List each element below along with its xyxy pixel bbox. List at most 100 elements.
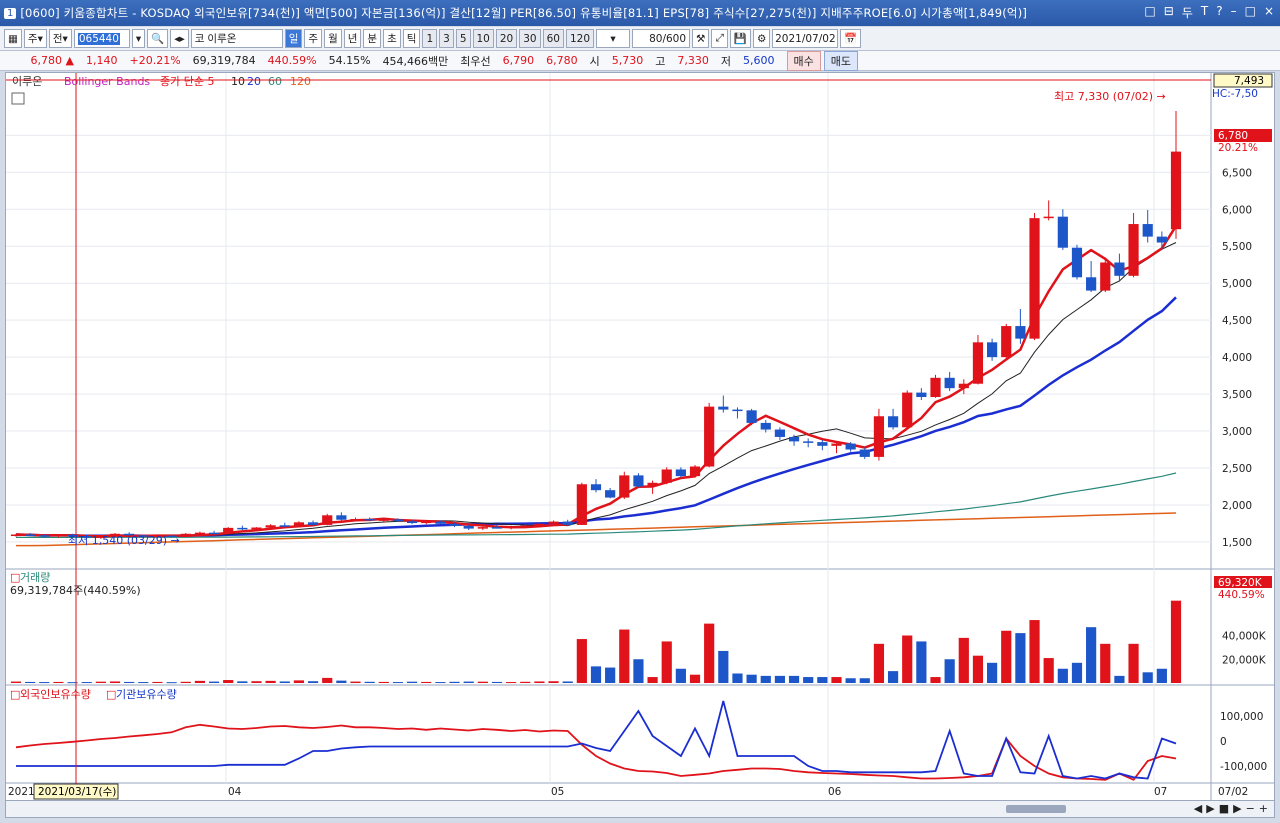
volume-bar	[124, 681, 135, 683]
scroll-thumb[interactable]	[1006, 805, 1066, 813]
candle-body	[1114, 262, 1125, 276]
zoom-out-icon[interactable]: −	[1246, 802, 1255, 815]
holdings-tick-label: 100,000	[1220, 711, 1263, 723]
font-icon[interactable]: T	[1201, 4, 1208, 21]
save-icon[interactable]: 💾	[729, 29, 751, 48]
candle-body	[449, 523, 460, 527]
maximize-icon[interactable]: □	[1245, 4, 1256, 21]
chart-tools-icon[interactable]: ⚒	[692, 29, 710, 48]
gear-icon[interactable]: ⚙	[752, 29, 771, 48]
volume-bar	[774, 675, 785, 683]
period-year[interactable]: 년	[343, 29, 362, 48]
interval-1[interactable]: 1	[422, 29, 438, 48]
price-tick-label: 4,000	[1222, 352, 1252, 364]
interval-30[interactable]: 30	[519, 29, 541, 48]
minimize-icon[interactable]: –	[1231, 4, 1237, 21]
candle-body	[958, 383, 969, 389]
volume-bar	[194, 680, 205, 683]
stock-label: 이루온	[12, 75, 42, 88]
interval-5[interactable]: 5	[455, 29, 471, 48]
price-bar: 6,780 ▲ 1,140 +20.21% 69,319,784 440.59%…	[0, 50, 1280, 71]
volume-bar	[1001, 630, 1012, 683]
volume-bar	[364, 681, 375, 683]
market-select[interactable]: 전 ▾	[48, 29, 72, 48]
volume-bar	[407, 681, 418, 683]
ma20-label: 20	[247, 75, 261, 88]
arrow-nav-icon[interactable]: ◂▸	[170, 29, 189, 48]
low-annotation: 최저 1,540 (03/29) →	[68, 534, 180, 547]
count-field[interactable]: 80/600	[632, 29, 691, 48]
interval-10[interactable]: 10	[472, 29, 494, 48]
tile-icon[interactable]: ⊟	[1164, 4, 1174, 21]
buy-button[interactable]: 매수	[786, 50, 821, 71]
ma-title-label: 종가 단순 5	[160, 75, 214, 88]
volume-bar	[1170, 600, 1182, 683]
chart-svg[interactable]: 7,0006,5006,0005,5005,0004,5004,0003,500…	[6, 73, 1274, 801]
interval-3[interactable]: 3	[439, 29, 454, 48]
candle-body	[987, 342, 998, 358]
stock-code-input[interactable]: 065440	[73, 29, 130, 48]
candle-body	[1015, 326, 1026, 339]
help-icon[interactable]: ?	[1216, 4, 1222, 21]
candle-body	[1100, 262, 1111, 291]
candle-body	[562, 521, 573, 525]
scroll-left-icon[interactable]: ◀	[1194, 802, 1202, 815]
candle-body	[364, 518, 375, 521]
candle-body	[718, 406, 729, 410]
candle-body	[265, 525, 276, 528]
sell-button[interactable]: 매도	[823, 50, 859, 71]
x-label-jun: 06	[828, 786, 842, 798]
candle-body	[53, 534, 64, 537]
pin-icon[interactable]: 두	[1182, 4, 1193, 21]
type-select[interactable]: 주 ▾	[23, 29, 47, 48]
volume-bar	[902, 635, 913, 683]
period-second[interactable]: 초	[383, 29, 401, 48]
period-minute[interactable]: 분	[363, 29, 382, 48]
candle-body	[972, 342, 984, 384]
play-icon[interactable]: ▶	[1206, 802, 1214, 815]
volume-bar	[548, 681, 559, 683]
candle-body	[435, 521, 446, 524]
volume-bar	[590, 666, 602, 683]
volume-bar	[1057, 668, 1068, 683]
zoom-in-icon[interactable]: +	[1259, 802, 1268, 815]
stop-icon[interactable]: ■	[1219, 802, 1229, 815]
period-day[interactable]: 일	[284, 29, 303, 48]
interval-dropdown[interactable]: ▾	[596, 29, 631, 48]
candle-body	[39, 535, 50, 537]
interval-60[interactable]: 60	[542, 29, 564, 48]
volume-bar	[647, 677, 658, 683]
candle-body	[180, 533, 191, 537]
interval-20[interactable]: 20	[495, 29, 518, 48]
volume-bar	[463, 681, 474, 683]
chart-area[interactable]: 7,0006,5006,0005,5005,0004,5004,0003,500…	[5, 72, 1275, 802]
period-tick[interactable]: 틱	[402, 29, 421, 48]
price-tick-label: 3,500	[1222, 389, 1252, 401]
date-field[interactable]: 2021/07/02	[772, 29, 839, 48]
volume-bar	[208, 681, 220, 683]
candle-body	[1170, 151, 1182, 230]
stock-name-field[interactable]: 코 이루온	[190, 29, 283, 48]
close-icon[interactable]: ×	[1264, 4, 1274, 21]
next-icon[interactable]: ▶	[1233, 802, 1241, 815]
search-icon[interactable]: 🔍	[147, 29, 169, 48]
grid-icon[interactable]: ▦	[4, 29, 22, 48]
candle-body	[689, 466, 701, 477]
candle-body	[873, 416, 885, 457]
period-month[interactable]: 월	[324, 29, 342, 48]
volume-bar	[449, 681, 460, 683]
restore-icon[interactable]: □	[1144, 4, 1155, 21]
volume-bar	[633, 659, 644, 683]
chart-scrollbar[interactable]: ◀ ▶ ■ ▶ − +	[5, 800, 1275, 818]
volume-bar	[916, 641, 927, 683]
calendar-icon[interactable]: 📅	[840, 29, 862, 48]
candle-body	[1142, 224, 1153, 237]
volume-bar	[944, 659, 955, 683]
interval-120[interactable]: 120	[566, 29, 595, 48]
volume-bar	[788, 675, 800, 683]
zoom-icon[interactable]: ⤢	[711, 29, 728, 48]
institution-holdings-line	[16, 700, 1177, 780]
period-week[interactable]: 주	[304, 29, 323, 48]
code-dropdown-icon[interactable]: ▾	[131, 29, 146, 48]
open-label: 시	[589, 54, 600, 68]
